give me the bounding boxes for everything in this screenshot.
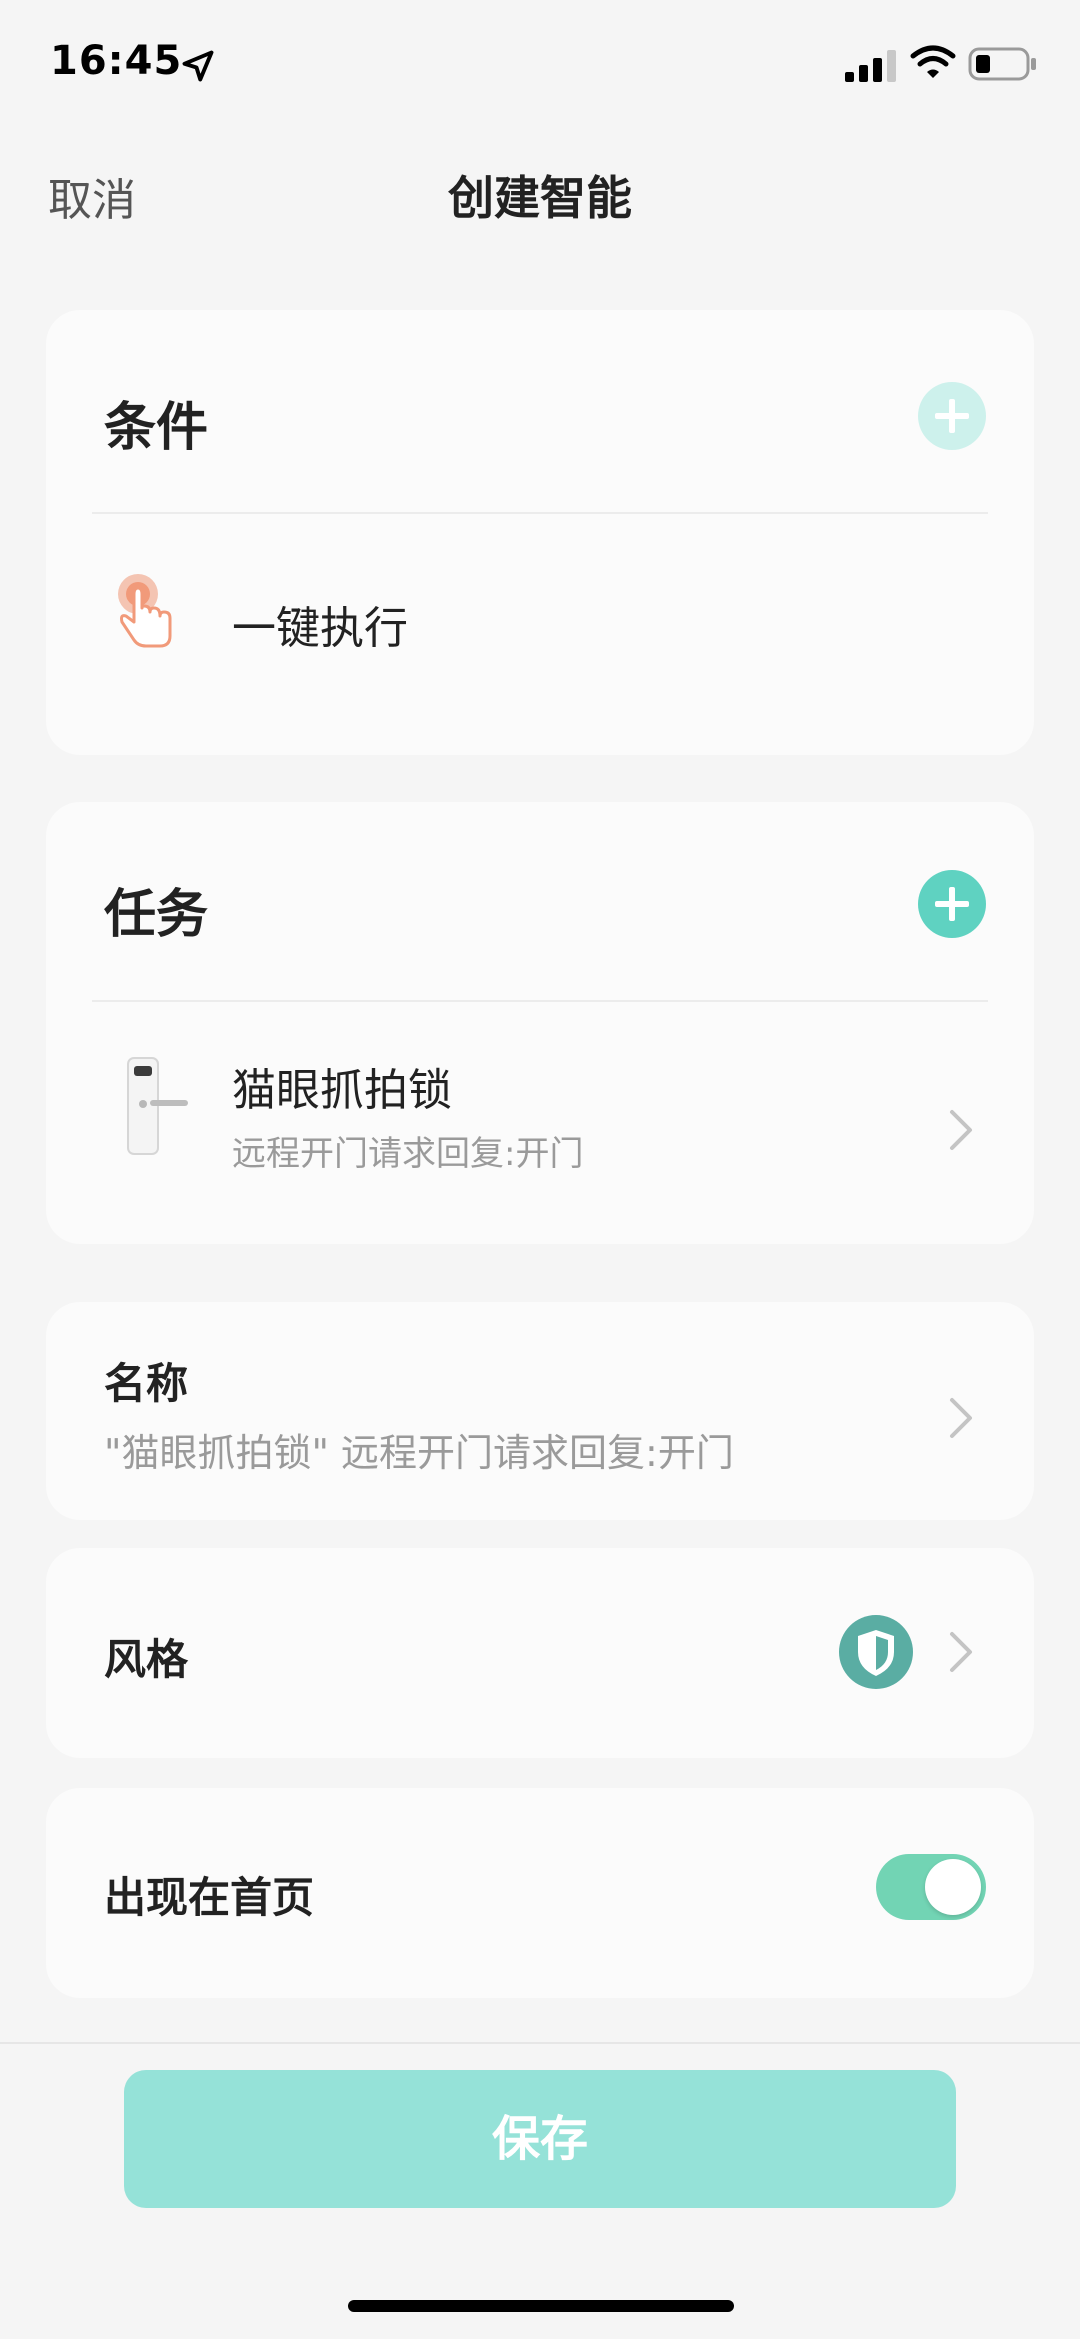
add-task-button[interactable]: [918, 870, 986, 938]
divider: [92, 1000, 988, 1002]
task-card: 任务 猫眼抓拍锁 远程开门请求回复:开门: [46, 802, 1034, 1244]
door-lock-icon: [127, 1057, 188, 1155]
status-time: 16:45: [50, 38, 183, 84]
save-button[interactable]: 保存: [124, 2070, 956, 2208]
homepage-label: 出现在首页: [104, 1873, 315, 1922]
task-item-subtitle: 远程开门请求回复:开门: [232, 1134, 584, 1174]
chevron-right-icon: [950, 1398, 972, 1438]
page-title: 创建智能: [448, 171, 632, 225]
condition-item[interactable]: 一键执行: [46, 530, 1034, 710]
condition-card: 条件 一键执行: [46, 310, 1034, 755]
homepage-row: 出现在首页: [46, 1788, 1034, 1998]
task-title: 任务: [104, 885, 209, 945]
status-bar: 16:45: [0, 0, 1080, 130]
add-condition-button[interactable]: [918, 382, 986, 450]
signal-icon: [845, 50, 896, 82]
toggle-knob: [925, 1859, 981, 1915]
task-item[interactable]: 猫眼抓拍锁 远程开门请求回复:开门: [46, 1016, 1034, 1216]
battery-icon: [968, 47, 1036, 81]
task-item-title: 猫眼抓拍锁: [232, 1065, 452, 1116]
name-value: "猫眼抓拍锁" 远程开门请求回复:开门: [104, 1431, 734, 1475]
chevron-right-icon: [950, 1110, 972, 1150]
homepage-toggle[interactable]: [876, 1854, 986, 1920]
name-label: 名称: [104, 1359, 189, 1408]
location-arrow-icon: [182, 50, 214, 82]
home-indicator: [348, 2300, 734, 2312]
style-row[interactable]: 风格: [46, 1548, 1034, 1758]
footer-divider: [0, 2042, 1080, 2044]
chevron-right-icon: [950, 1632, 972, 1672]
condition-title: 条件: [104, 398, 209, 458]
tap-hand-icon: [118, 574, 172, 648]
shield-icon: [839, 1615, 913, 1689]
style-label: 风格: [104, 1635, 189, 1684]
divider: [92, 512, 988, 514]
wifi-icon: [910, 45, 956, 78]
name-row[interactable]: 名称 "猫眼抓拍锁" 远程开门请求回复:开门: [46, 1302, 1034, 1520]
condition-label: 一键执行: [232, 603, 408, 654]
